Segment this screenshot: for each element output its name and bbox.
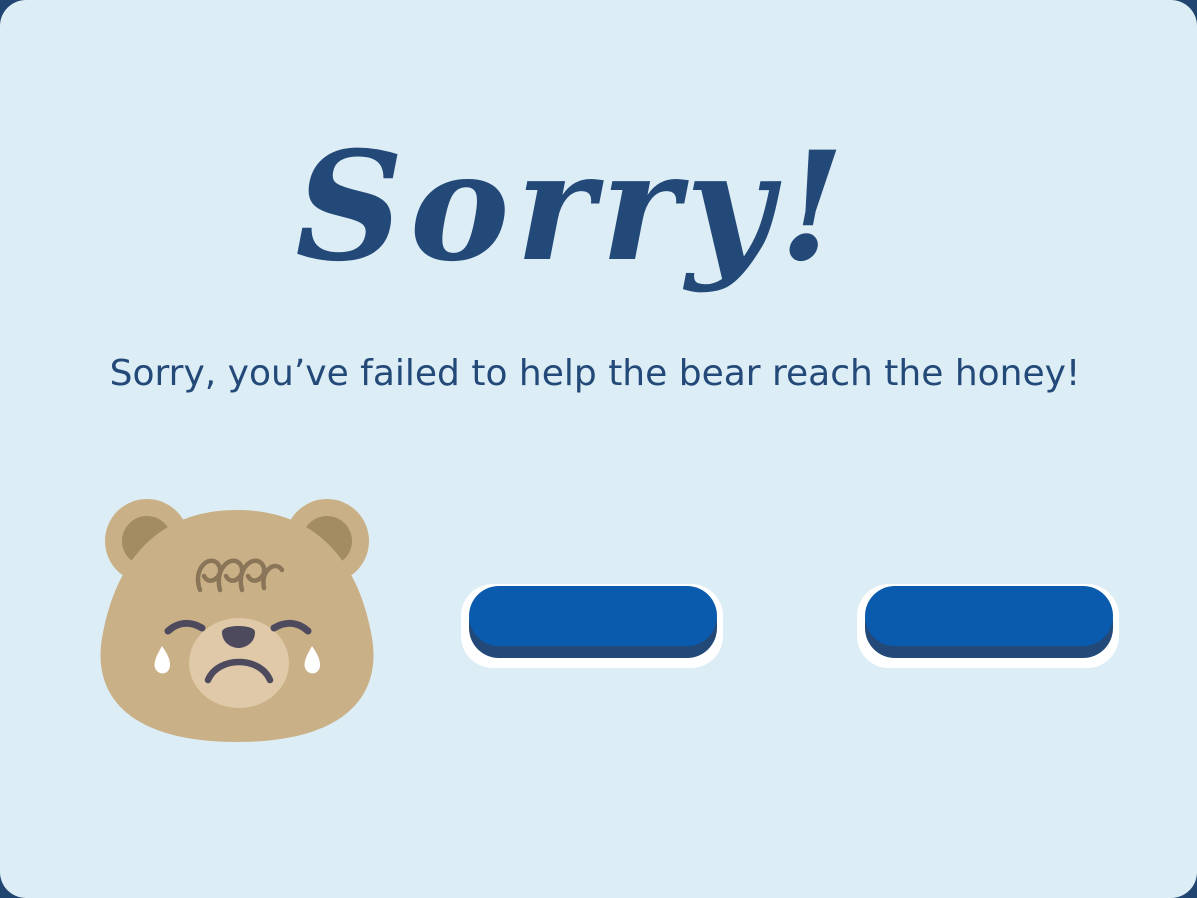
right-button-face bbox=[865, 586, 1113, 646]
game-over-panel: Sorry! Sorry, you’ve failed to help the … bbox=[0, 0, 1197, 898]
crying-bear-icon bbox=[100, 499, 374, 742]
failure-message: Sorry, you’ve failed to help the bear re… bbox=[109, 353, 1081, 394]
left-action-button[interactable] bbox=[461, 584, 723, 668]
left-button-face bbox=[469, 586, 717, 646]
page-title: Sorry! bbox=[295, 119, 851, 295]
right-action-button[interactable] bbox=[857, 584, 1119, 668]
